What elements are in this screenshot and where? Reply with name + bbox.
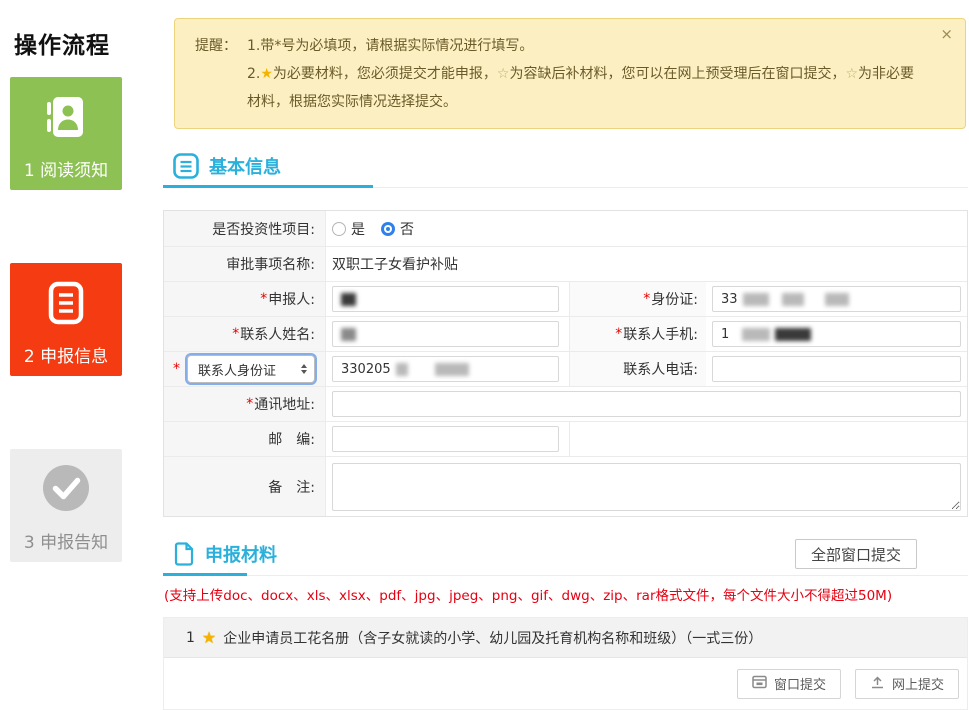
- close-icon[interactable]: ×: [940, 27, 953, 42]
- section-rule: [163, 185, 968, 188]
- basic-info-icon: [173, 153, 199, 179]
- basic-info-form: 是否投资性项目: 是 否 审批事项名称: 双职工子女看护补贴 *申报: [163, 210, 968, 517]
- radio-option-no[interactable]: 否: [381, 219, 414, 239]
- address-book-icon: [40, 77, 92, 156]
- notice-label: 提醒：: [195, 32, 237, 116]
- notice-line-2: 2.★为必要材料，您必须提交才能申报，☆为容缺后补材料，您可以在网上预受理后在窗…: [247, 60, 925, 116]
- radio-yes[interactable]: [332, 222, 346, 236]
- upload-format-note: (支持上传doc、docx、xls、xlsx、pdf、jpg、jpeg、png、…: [164, 584, 968, 604]
- process-sidebar: 操作流程 1 阅读须知: [0, 0, 163, 702]
- material-item-header: 1 ★ 企业申请员工花名册（含子女就读的小学、幼儿园及托育机构名称和班级）（一式…: [164, 618, 967, 658]
- step-read-notice[interactable]: 1 阅读须知: [10, 77, 122, 190]
- basic-info-header: 基本信息: [173, 151, 968, 181]
- upload-icon: [870, 675, 885, 692]
- required-star-icon: ★: [202, 628, 216, 647]
- submit-all-window-button[interactable]: 全部窗口提交: [795, 539, 917, 569]
- form-row-item-name: 审批事项名称: 双职工子女看护补贴: [164, 246, 967, 281]
- field-label: 备 注:: [164, 457, 326, 516]
- materials-icon: [173, 541, 195, 567]
- notice-line-1: 1.带*号为必填项，请根据实际情况进行填写。: [247, 32, 925, 60]
- item-name-value: 双职工子女看护补贴: [326, 247, 967, 281]
- remark-textarea[interactable]: [332, 463, 961, 511]
- contact-name-input[interactable]: [332, 321, 559, 347]
- main-content: × 提醒： 1.带*号为必填项，请根据实际情况进行填写。 2.★为必要材料，您必…: [163, 0, 969, 702]
- filled-star-icon: ★: [260, 66, 273, 82]
- select-spinner-icon: [301, 364, 307, 374]
- form-row-invest: 是否投资性项目: 是 否: [164, 211, 967, 246]
- notice-banner: × 提醒： 1.带*号为必填项，请根据实际情况进行填写。 2.★为必要材料，您必…: [174, 18, 966, 129]
- field-label: 审批事项名称:: [164, 247, 326, 281]
- zip-input[interactable]: [332, 426, 559, 452]
- material-index: 1: [186, 630, 195, 646]
- form-row-contact-id-tel: * 联系人身份证 330205 联系人电话:: [164, 351, 967, 386]
- form-row-remark: 备 注:: [164, 456, 967, 516]
- contact-id-type-select[interactable]: 联系人身份证: [187, 355, 315, 383]
- page: 操作流程 1 阅读须知: [0, 0, 969, 702]
- online-submit-button[interactable]: 网上提交: [855, 669, 959, 699]
- contact-tel-input[interactable]: [712, 356, 961, 382]
- window-submit-button[interactable]: 窗口提交: [737, 669, 841, 699]
- section-title: 基本信息: [209, 153, 281, 179]
- id-card-input[interactable]: 33: [712, 286, 961, 312]
- field-label: 联系人手机:: [623, 324, 698, 344]
- form-row-zip: 邮 编:: [164, 421, 967, 456]
- window-submit-icon: [752, 675, 767, 692]
- step-label: 3 申报告知: [24, 528, 108, 562]
- radio-option-yes[interactable]: 是: [332, 219, 365, 239]
- step-label: 1 阅读须知: [24, 156, 108, 190]
- hollow-star-icon: ☆: [845, 66, 858, 82]
- radio-no[interactable]: [381, 222, 395, 236]
- section-title: 申报材料: [205, 541, 277, 567]
- field-label: 通讯地址:: [254, 394, 315, 414]
- address-input[interactable]: [332, 391, 961, 417]
- field-label: 邮 编:: [164, 422, 326, 456]
- material-name: 企业申请员工花名册（含子女就读的小学、幼儿园及托育机构名称和班级）（一式三份）: [223, 628, 762, 648]
- field-label: 联系人电话:: [623, 359, 698, 379]
- materials-header: 申报材料 全部窗口提交: [173, 539, 968, 569]
- active-underline: [163, 573, 247, 576]
- active-underline: [163, 185, 373, 188]
- field-label: 申报人:: [268, 289, 315, 309]
- form-row-declarant-id: *申报人: *身份证: 33: [164, 281, 967, 316]
- hollow-star-icon: ☆: [497, 66, 510, 82]
- field-label: 联系人姓名:: [240, 324, 315, 344]
- section-rule: [163, 573, 968, 576]
- document-icon: [40, 263, 92, 342]
- check-icon: [39, 449, 93, 528]
- contact-id-input[interactable]: 330205: [332, 356, 559, 382]
- material-item-body: 窗口提交 网上提交: [164, 658, 967, 709]
- form-row-address: *通讯地址:: [164, 386, 967, 421]
- field-label: 是否投资性项目:: [164, 211, 326, 246]
- step-declare-result[interactable]: 3 申报告知: [10, 449, 122, 562]
- material-item: 1 ★ 企业申请员工花名册（含子女就读的小学、幼儿园及托育机构名称和班级）（一式…: [163, 617, 968, 710]
- form-row-contact-name-mobile: *联系人姓名: *联系人手机: 1: [164, 316, 967, 351]
- step-declare-info[interactable]: 2 申报信息: [10, 263, 122, 376]
- declarant-input[interactable]: [332, 286, 559, 312]
- field-label: 身份证:: [651, 289, 698, 309]
- step-label: 2 申报信息: [24, 342, 108, 376]
- contact-mobile-input[interactable]: 1: [712, 321, 961, 347]
- sidebar-title: 操作流程: [14, 26, 163, 60]
